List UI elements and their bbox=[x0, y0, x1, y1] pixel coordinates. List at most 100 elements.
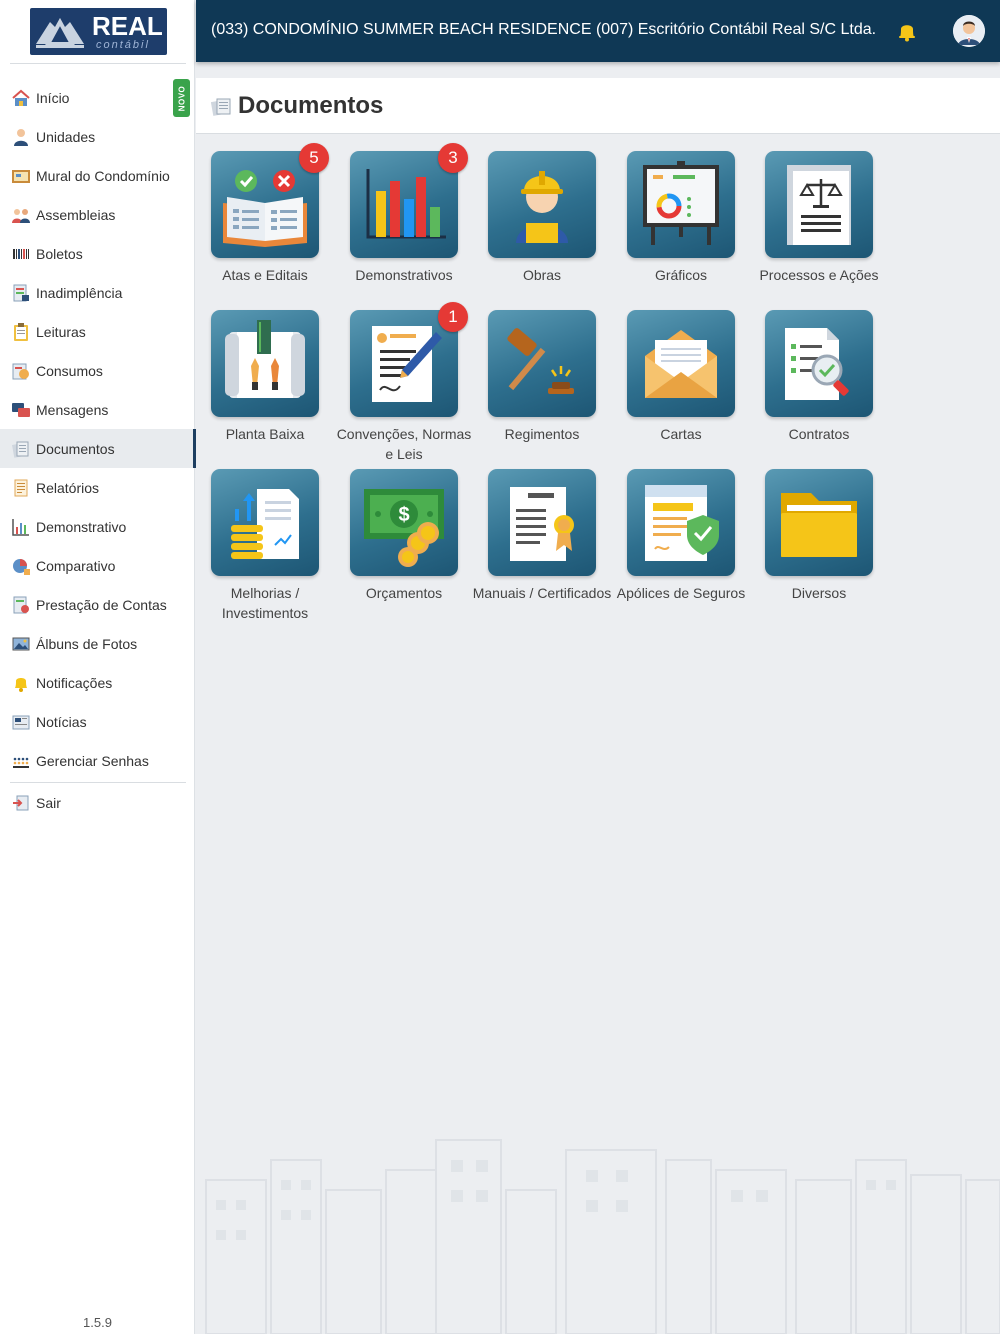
home-icon bbox=[12, 89, 30, 106]
sidebar-item-senhas[interactable]: Gerenciar Senhas bbox=[0, 741, 195, 780]
bar-chart-icon bbox=[12, 518, 29, 536]
ledger-icon bbox=[13, 284, 29, 301]
sidebar-item-inicio[interactable]: Início bbox=[0, 78, 195, 117]
tile-planta-baixa[interactable]: Planta Baixa bbox=[211, 310, 319, 444]
sidebar-nav: Início Unidades Mural do Condomínio Asse… bbox=[0, 78, 196, 780]
sidebar-item-noticias[interactable]: Notícias bbox=[0, 702, 195, 741]
logo-mark-icon bbox=[36, 17, 84, 48]
presentation-board-icon bbox=[643, 161, 719, 245]
money-icon: $ bbox=[364, 489, 444, 567]
user-avatar-icon[interactable] bbox=[953, 15, 985, 47]
tile-label: Contratos bbox=[788, 426, 850, 442]
logout-icon bbox=[13, 795, 29, 810]
report-icon bbox=[14, 479, 28, 496]
tile-label: Gráficos bbox=[654, 267, 708, 283]
tile-label: Diversos bbox=[791, 585, 847, 601]
sidebar-item-prestacao[interactable]: Prestação de Contas bbox=[0, 585, 195, 624]
tile-label: Melhorias / Investimentos bbox=[221, 585, 309, 621]
person-icon bbox=[14, 128, 28, 146]
notification-count-badge: 3 bbox=[438, 143, 468, 173]
tile-cartas[interactable]: Cartas bbox=[627, 310, 735, 444]
logo-subtitle: contábil bbox=[96, 39, 150, 51]
worker-icon bbox=[516, 171, 568, 243]
logo-text: REAL bbox=[92, 11, 163, 41]
notification-count-badge: 5 bbox=[299, 143, 329, 173]
investment-icon bbox=[231, 489, 299, 559]
tile-contratos[interactable]: Contratos bbox=[765, 310, 873, 444]
blueprint-icon bbox=[225, 320, 305, 398]
news-icon bbox=[12, 715, 30, 729]
tile-manuais[interactable]: Manuais / Certificados bbox=[473, 469, 611, 603]
documents-icon bbox=[211, 98, 231, 116]
sidebar-item-documentos[interactable]: Documentos bbox=[0, 429, 196, 468]
tile-label: Regimentos bbox=[504, 426, 580, 442]
scales-document-icon bbox=[787, 165, 851, 245]
tile-convencoes[interactable]: 1 Convenções, Normas e Leis bbox=[337, 302, 471, 464]
tile-processos-acoes[interactable]: Processos e Ações bbox=[759, 151, 879, 285]
sidebar-item-unidades[interactable]: Unidades bbox=[0, 117, 195, 156]
tile-label: Convenções, Normas e Leis bbox=[336, 426, 472, 462]
pie-chart-icon bbox=[13, 558, 30, 575]
sidebar-item-albuns[interactable]: Álbuns de Fotos bbox=[0, 624, 195, 663]
sidebar-item-boletos[interactable]: Boletos bbox=[0, 234, 195, 273]
sidebar-item-consumos[interactable]: Consumos bbox=[0, 351, 195, 390]
tile-label: Orçamentos bbox=[365, 585, 443, 601]
tile-label: Atas e Editais bbox=[222, 267, 308, 283]
tile-label: Demonstrativos bbox=[355, 267, 453, 283]
app-version: 1.5.9 bbox=[83, 1315, 112, 1330]
meter-icon bbox=[12, 363, 29, 379]
bell-icon[interactable] bbox=[896, 20, 918, 42]
tile-demonstrativos[interactable]: 3 Demonstrativos bbox=[350, 143, 468, 285]
board-icon bbox=[12, 169, 30, 183]
top-bar: (033) CONDOMÍNIO SUMMER BEACH RESIDENCE … bbox=[196, 0, 1000, 62]
tile-atas-editais[interactable]: 5 Atas e Editais bbox=[211, 143, 329, 285]
tile-apolices[interactable]: Apólices de Seguros bbox=[617, 469, 745, 603]
tile-label: Processos e Ações bbox=[759, 267, 879, 283]
tile-label: Apólices de Seguros bbox=[616, 585, 746, 601]
page-title: Documentos bbox=[238, 92, 384, 119]
keypad-icon bbox=[13, 757, 29, 768]
clipboard-icon bbox=[14, 322, 28, 341]
tile-graficos[interactable]: Gráficos bbox=[627, 151, 735, 285]
photo-icon bbox=[12, 637, 30, 650]
sidebar-item-mural[interactable]: Mural do Condomínio bbox=[0, 156, 195, 195]
chat-icon bbox=[12, 402, 30, 417]
contract-search-icon bbox=[785, 328, 849, 400]
tile-label: Cartas bbox=[660, 426, 702, 442]
svg-text:$: $ bbox=[398, 504, 409, 526]
tile-melhorias[interactable]: Melhorias / Investimentos bbox=[211, 469, 319, 623]
sidebar: REAL contábil Início Unidades Mural do C… bbox=[0, 0, 196, 1334]
sidebar-item-assembleias[interactable]: Assembleias bbox=[0, 195, 195, 234]
tile-label: Obras bbox=[522, 267, 562, 283]
sidebar-item-demonstrativo[interactable]: Demonstrativo bbox=[0, 507, 195, 546]
barcode-icon bbox=[13, 248, 29, 259]
gavel-icon bbox=[507, 328, 574, 394]
sidebar-item-inadimplencia[interactable]: Inadimplência bbox=[0, 273, 195, 312]
divider bbox=[10, 63, 186, 64]
tile-diversos[interactable]: Diversos bbox=[765, 469, 873, 603]
city-skyline-background bbox=[205, 1139, 1000, 1334]
tile-obras[interactable]: Obras bbox=[488, 151, 596, 285]
page-header: Documentos bbox=[196, 78, 1000, 134]
brand-logo[interactable]: REAL contábil bbox=[30, 8, 167, 55]
tile-label: Manuais / Certificados bbox=[472, 585, 612, 601]
sidebar-item-comparativo[interactable]: Comparativo bbox=[0, 546, 195, 585]
tile-regimentos[interactable]: Regimentos bbox=[488, 310, 596, 444]
folder-icon bbox=[781, 493, 857, 557]
sidebar-item-leituras[interactable]: Leituras bbox=[0, 312, 195, 351]
documents-icon bbox=[12, 441, 29, 458]
sidebar-item-notificacoes[interactable]: Notificações bbox=[0, 663, 195, 702]
sidebar-item-relatorios[interactable]: Relatórios bbox=[0, 468, 195, 507]
bell-icon bbox=[15, 677, 27, 692]
people-icon bbox=[12, 208, 30, 223]
envelope-icon bbox=[645, 330, 717, 398]
sidebar-item-mensagens[interactable]: Mensagens bbox=[0, 390, 195, 429]
notification-count-badge: 1 bbox=[438, 302, 468, 332]
logout-button[interactable]: Sair bbox=[0, 783, 195, 822]
tile-label: Planta Baixa bbox=[225, 426, 305, 442]
novo-badge: NOVO bbox=[173, 79, 190, 117]
insurance-policy-icon bbox=[645, 485, 719, 561]
accounts-icon bbox=[13, 596, 29, 613]
tile-orcamentos[interactable]: $ Orçamentos bbox=[350, 469, 458, 603]
certificate-icon bbox=[510, 487, 574, 561]
